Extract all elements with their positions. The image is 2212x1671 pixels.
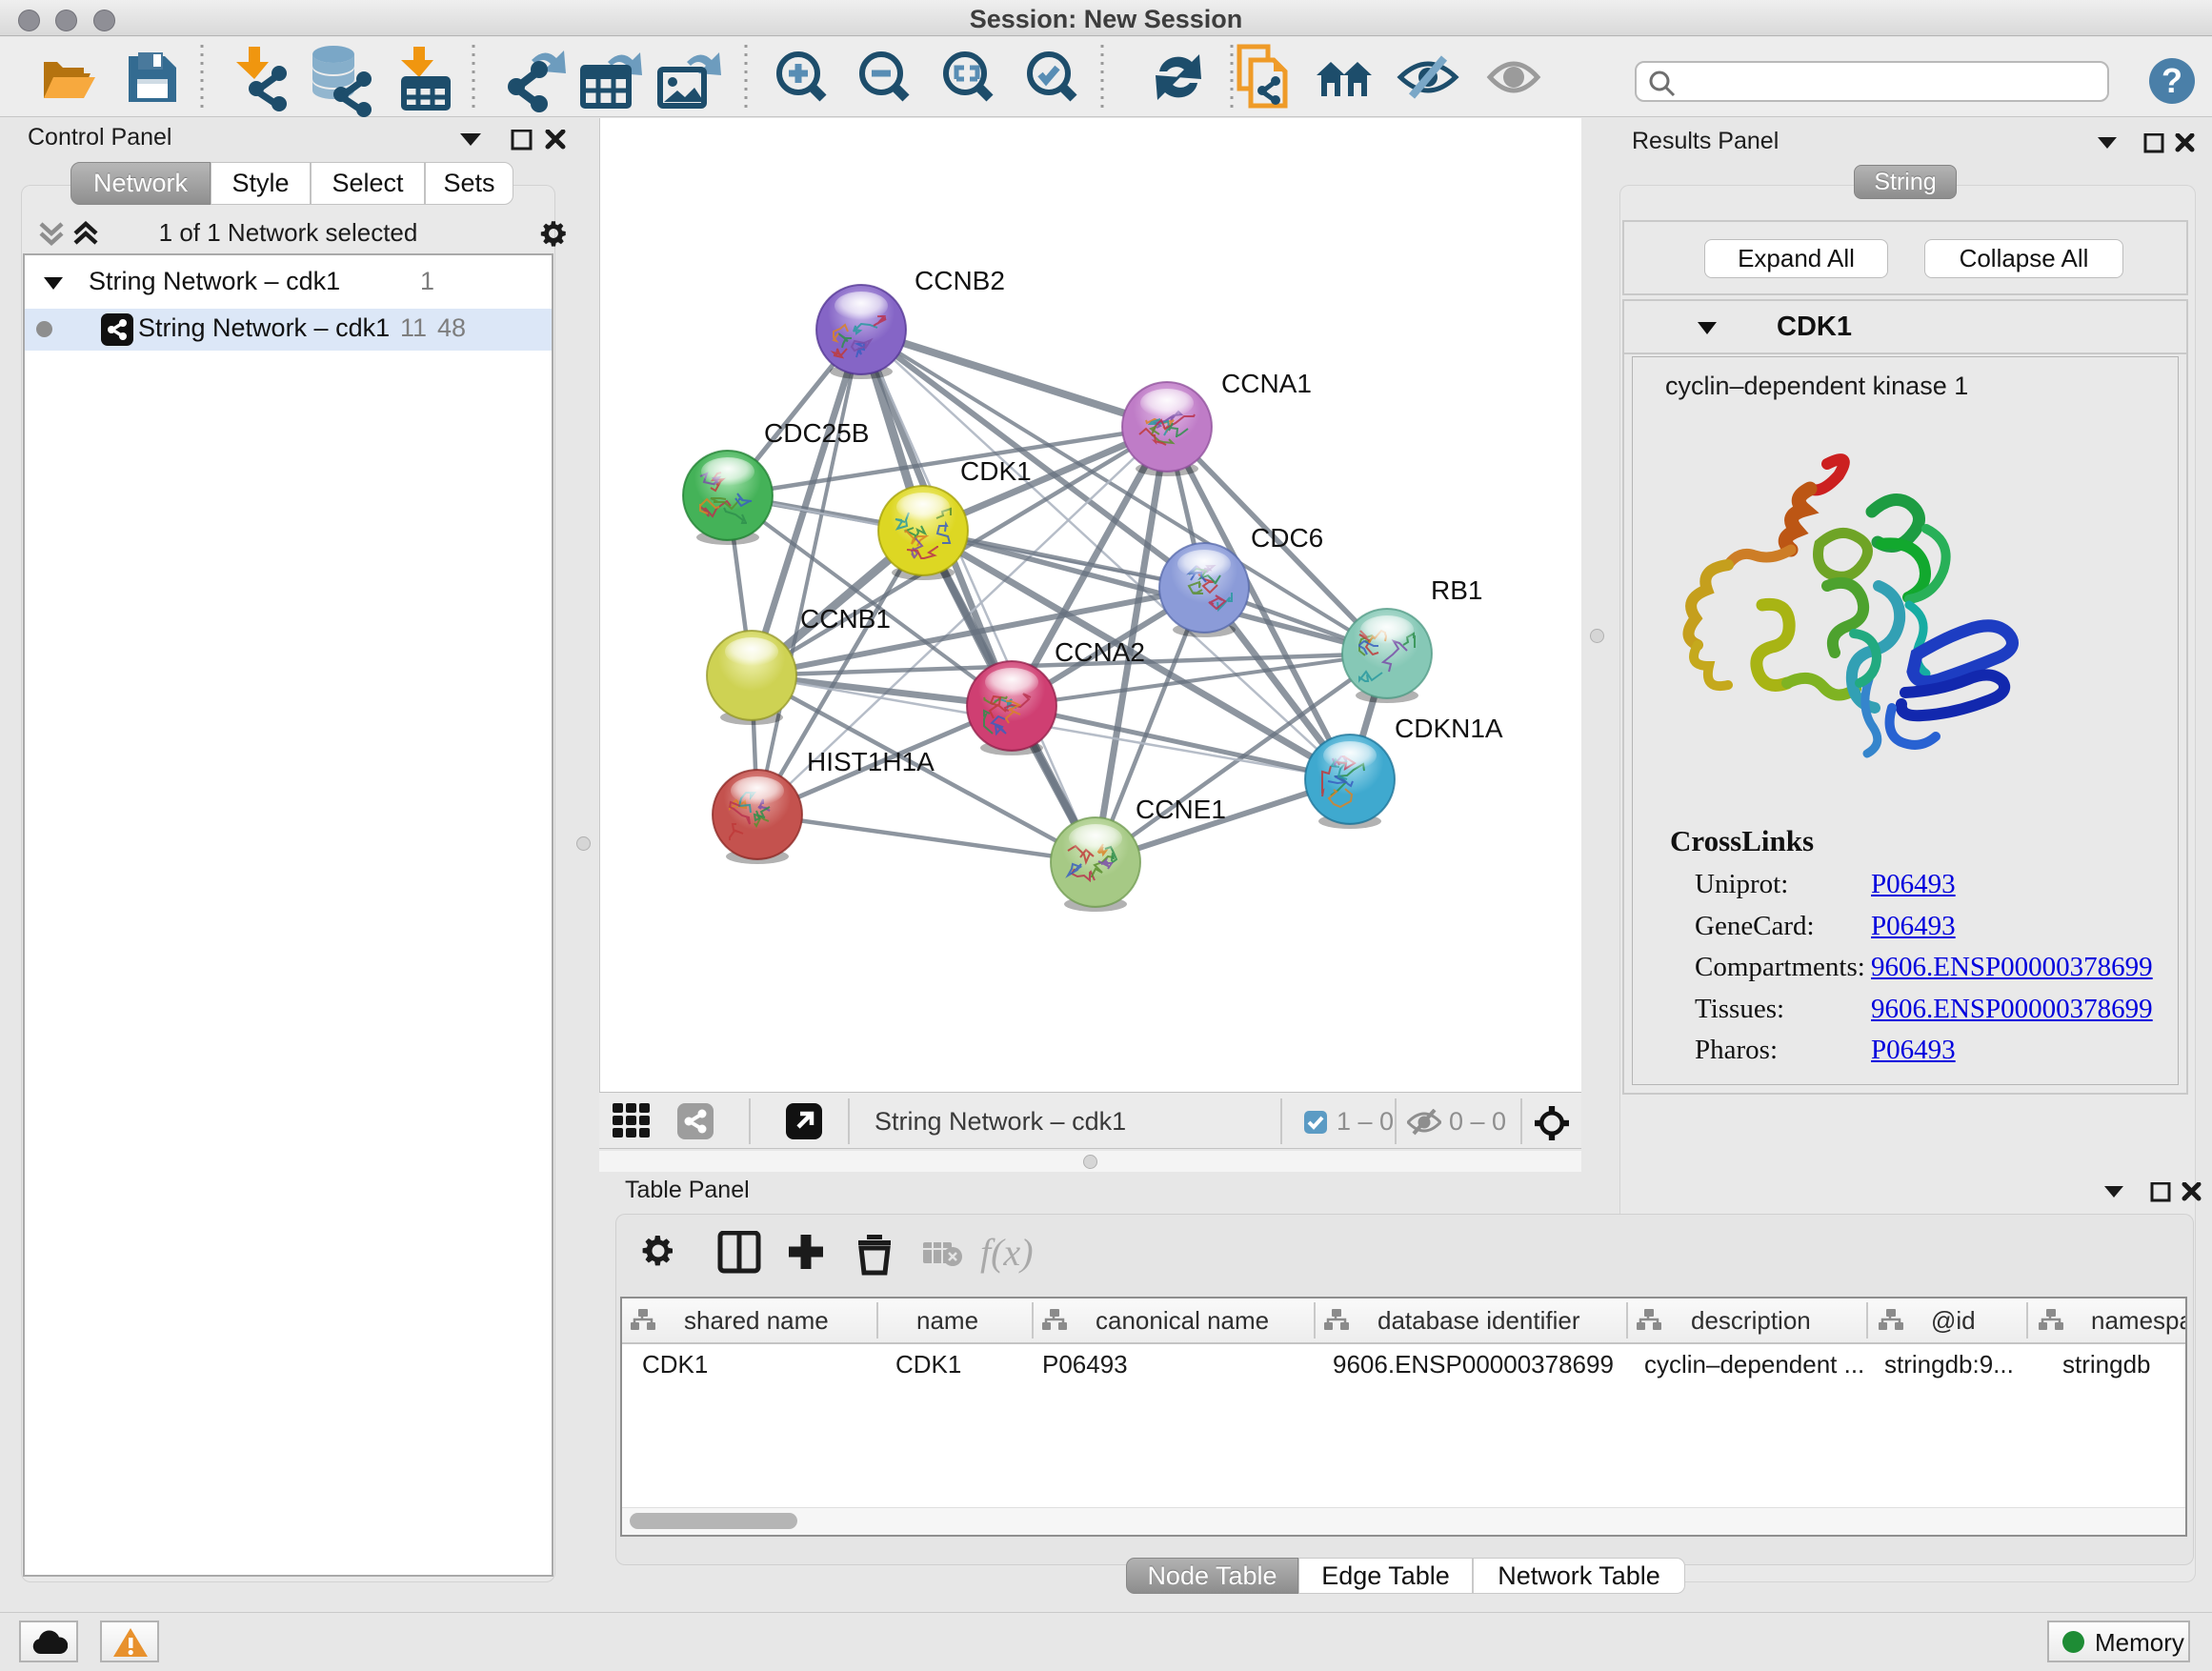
svg-text:@id: @id (1931, 1306, 1976, 1335)
svg-text:?: ? (2162, 61, 2182, 100)
svg-text:CCNE1: CCNE1 (1136, 795, 1226, 824)
svg-text:HIST1H1A: HIST1H1A (807, 747, 935, 776)
svg-text:CDC25B: CDC25B (764, 418, 869, 448)
svg-text:name: name (916, 1306, 978, 1335)
svg-text:canonical name: canonical name (1096, 1306, 1269, 1335)
svg-text:CDK1: CDK1 (960, 456, 1032, 486)
svg-text:RB1: RB1 (1431, 575, 1482, 605)
svg-text:f(x): f(x) (980, 1231, 1034, 1274)
svg-text:database identifier: database identifier (1377, 1306, 1580, 1335)
svg-text:CCNA1: CCNA1 (1221, 369, 1312, 398)
svg-text:CCNB2: CCNB2 (915, 266, 1005, 295)
svg-text:CCNA2: CCNA2 (1055, 637, 1145, 667)
svg-text:CCNB1: CCNB1 (800, 604, 891, 634)
svg-text:shared name: shared name (684, 1306, 829, 1335)
svg-text:namespace: namespace (2091, 1306, 2185, 1335)
svg-text:description: description (1691, 1306, 1811, 1335)
svg-text:CDKN1A: CDKN1A (1395, 714, 1503, 743)
svg-text:CDC6: CDC6 (1251, 523, 1323, 553)
